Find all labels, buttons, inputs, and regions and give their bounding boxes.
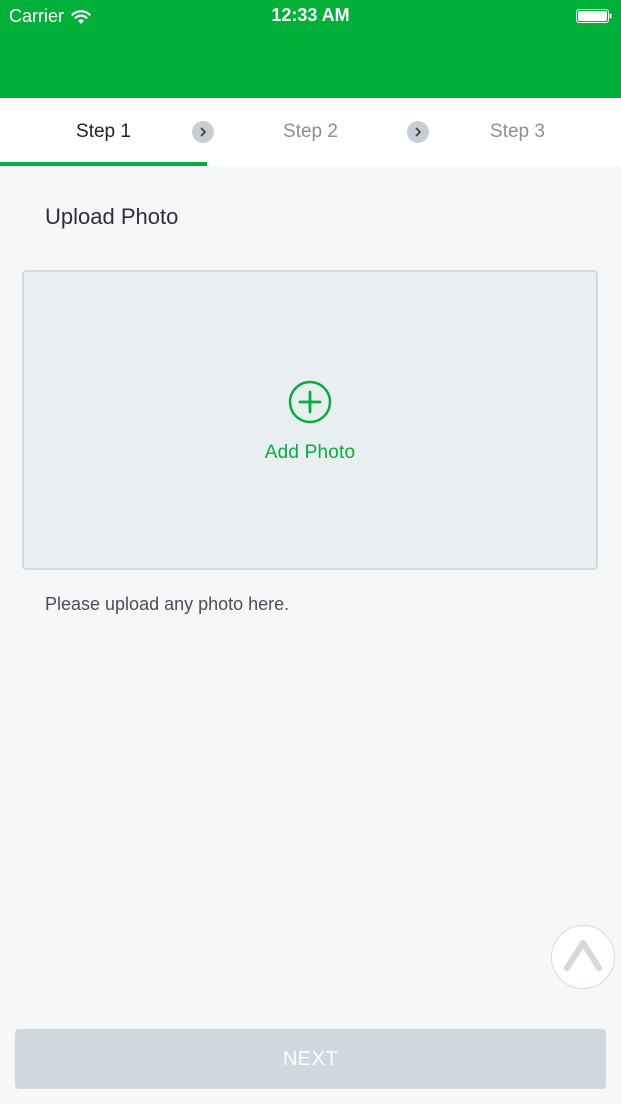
status-bar: Carrier 12:33 AM	[0, 0, 621, 32]
scroll-to-top-button[interactable]	[551, 925, 615, 989]
chevron-up-icon	[563, 938, 603, 977]
photo-upload-area[interactable]: Add Photo	[22, 270, 598, 570]
tab-step-3-label: Step 3	[490, 121, 545, 142]
add-photo-label: Add Photo	[264, 442, 356, 463]
tab-step-1-label: Step 1	[76, 121, 131, 142]
page-title: Upload Photo	[45, 204, 179, 229]
tab-step-3[interactable]: Step 3	[414, 98, 621, 166]
chevron-right-icon	[407, 121, 429, 143]
add-photo-button[interactable]: Add Photo	[24, 380, 596, 464]
battery-icon	[576, 9, 612, 23]
app-header: Carrier 12:33 AM	[0, 0, 621, 98]
upload-help-text: Please upload any photo here.	[45, 594, 290, 614]
chevron-right-icon	[192, 121, 214, 143]
step-tabs: Step 1 Step 2 Step 3	[0, 98, 621, 166]
tab-step-1[interactable]: Step 1	[0, 98, 207, 166]
tab-step-2-label: Step 2	[283, 121, 338, 142]
tab-step-2[interactable]: Step 2	[207, 98, 414, 166]
next-button-label: NEXT	[282, 1047, 339, 1070]
status-time: 12:33 AM	[271, 5, 350, 25]
plus-circle-icon	[288, 380, 332, 424]
next-button[interactable]: NEXT	[15, 1029, 606, 1089]
screen: Carrier 12:33 AM Step 1 Step 2 Step 3 Up…	[0, 0, 621, 1104]
active-step-indicator	[0, 162, 207, 166]
